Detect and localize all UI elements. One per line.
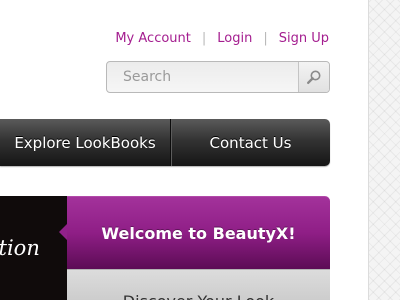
link-separator: | bbox=[263, 31, 268, 46]
discover-tab[interactable]: Discover Your Look bbox=[67, 269, 330, 300]
welcome-tab[interactable]: Welcome to BeautyX! bbox=[67, 196, 330, 269]
side-pattern-background bbox=[368, 0, 400, 300]
search-input[interactable] bbox=[107, 62, 298, 92]
my-account-link[interactable]: My Account bbox=[115, 31, 191, 46]
account-links: My Account | Login | Sign Up bbox=[115, 31, 329, 46]
link-separator: | bbox=[201, 31, 207, 46]
sign-up-link[interactable]: Sign Up bbox=[279, 31, 329, 46]
discover-tab-label: Discover Your Look bbox=[123, 292, 274, 300]
search-icon bbox=[307, 70, 321, 85]
hero-caption: ation bbox=[0, 236, 40, 260]
search-button[interactable] bbox=[298, 62, 329, 92]
hero-image-panel: ation bbox=[0, 196, 68, 300]
nav-contact-us[interactable]: Contact Us bbox=[171, 119, 329, 166]
login-link[interactable]: Login bbox=[217, 31, 252, 46]
main-nav: Explore LookBooks Contact Us bbox=[0, 119, 330, 166]
nav-explore-lookbooks[interactable]: Explore LookBooks bbox=[0, 119, 171, 166]
search-box bbox=[106, 61, 330, 93]
